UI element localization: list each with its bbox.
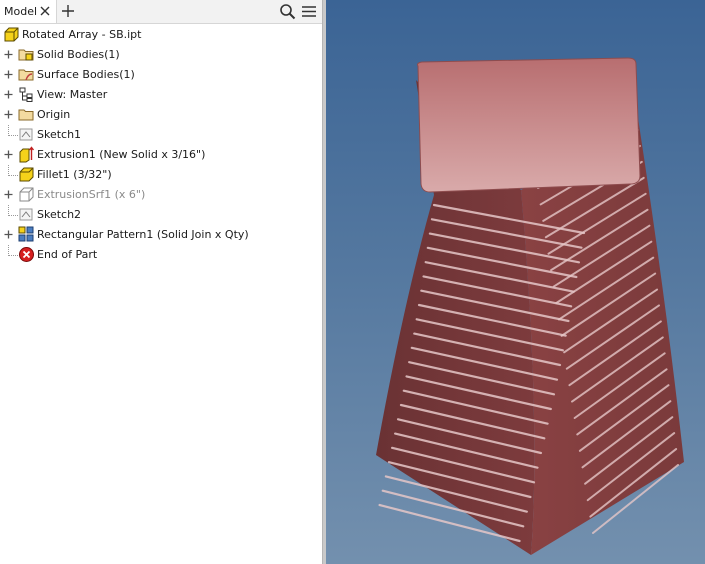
tree-item[interactable]: Fillet1 (3/32") (0, 165, 322, 185)
view-representation-icon (18, 86, 35, 103)
tree-item-label: Surface Bodies(1) (37, 68, 135, 81)
tree-item-label: Solid Bodies(1) (37, 48, 120, 61)
tree-item[interactable]: Origin (0, 105, 322, 125)
tree-item[interactable]: Sketch1 (0, 125, 322, 145)
part-icon (3, 26, 20, 43)
tab-model-label: Model (4, 5, 38, 18)
tree-item[interactable]: Extrusion1 (New Solid x 3/16") (0, 145, 322, 165)
graphics-viewport[interactable] (326, 0, 705, 564)
tree-item-label: View: Master (37, 88, 108, 101)
tree-item[interactable]: Surface Bodies(1) (0, 65, 322, 85)
tree-item[interactable]: ExtrusionSrf1 (x 6") (0, 185, 322, 205)
end-of-part-icon (18, 246, 35, 263)
solid-bodies-folder-icon (18, 46, 35, 63)
expand-plus-icon[interactable] (3, 49, 14, 60)
rotated-array-part-model[interactable] (326, 0, 705, 564)
browser-tab-bar: Model (0, 0, 322, 24)
expand-plus-icon[interactable] (3, 229, 14, 240)
surface-bodies-folder-icon (18, 66, 35, 83)
fillet-icon (18, 166, 35, 183)
tree-item-label: Sketch1 (37, 128, 82, 141)
search-icon[interactable] (279, 3, 296, 20)
tree-root[interactable]: Rotated Array - SB.ipt (0, 25, 322, 45)
tree-item-label: Fillet1 (3/32") (37, 168, 112, 181)
hamburger-menu-icon[interactable] (300, 3, 318, 20)
tree-item[interactable]: Rectangular Pattern1 (Solid Join x Qty) (0, 225, 322, 245)
tree-item[interactable]: Solid Bodies(1) (0, 45, 322, 65)
expand-plus-icon[interactable] (3, 89, 14, 100)
tree-item-label: Extrusion1 (New Solid x 3/16") (37, 148, 206, 161)
tab-model[interactable]: Model (0, 0, 57, 23)
expand-plus-icon[interactable] (3, 149, 14, 160)
tree-item-label: Sketch2 (37, 208, 82, 221)
add-tab-icon[interactable] (60, 3, 76, 19)
close-icon[interactable] (38, 3, 52, 19)
tree-connector (8, 165, 18, 176)
surface-extrusion-icon (18, 186, 35, 203)
tree-item[interactable]: Sketch2 (0, 205, 322, 225)
tree-connector (8, 205, 18, 216)
tree-connector (8, 245, 18, 256)
tree-item[interactable]: View: Master (0, 85, 322, 105)
part-top-face (417, 57, 641, 193)
tree-item[interactable]: End of Part (0, 245, 322, 265)
extrusion-icon (18, 146, 35, 163)
tree-item-label: Origin (37, 108, 71, 121)
sketch-icon (18, 206, 35, 223)
tree-connector (8, 125, 18, 136)
expand-plus-icon[interactable] (3, 189, 14, 200)
tree-item-label: End of Part (37, 248, 98, 261)
tree-root-label: Rotated Array - SB.ipt (22, 28, 142, 41)
sketch-icon (18, 126, 35, 143)
model-browser: Model Rotated Array - SB.ipt Solid Bodie… (0, 0, 322, 564)
tree-item-label: Rectangular Pattern1 (Solid Join x Qty) (37, 228, 249, 241)
expand-plus-icon[interactable] (3, 109, 14, 120)
rectangular-pattern-icon (18, 226, 35, 243)
tree-item-label: ExtrusionSrf1 (x 6") (37, 188, 146, 201)
expand-plus-icon[interactable] (3, 69, 14, 80)
origin-folder-icon (18, 106, 35, 123)
